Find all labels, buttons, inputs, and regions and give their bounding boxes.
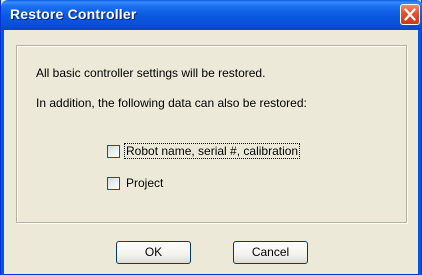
robot-info-checkbox[interactable] xyxy=(107,145,120,158)
restore-controller-dialog: Restore Controller All basic controller … xyxy=(0,0,422,275)
close-icon xyxy=(404,8,416,21)
cancel-button[interactable]: Cancel xyxy=(233,241,308,264)
message-line-1: All basic controller settings will be re… xyxy=(36,66,266,80)
message-line-2: In addition, the following data can also… xyxy=(36,96,307,110)
project-checkbox[interactable] xyxy=(107,177,120,190)
close-button[interactable] xyxy=(400,4,420,25)
window-title: Restore Controller xyxy=(10,6,137,22)
robot-info-label[interactable]: Robot name, serial #, calibration xyxy=(123,143,301,159)
window-border-right xyxy=(418,30,421,275)
title-bar[interactable]: Restore Controller xyxy=(1,0,422,30)
project-label[interactable]: Project xyxy=(125,176,164,190)
ok-button[interactable]: OK xyxy=(116,241,191,264)
window-border-left xyxy=(1,30,4,275)
